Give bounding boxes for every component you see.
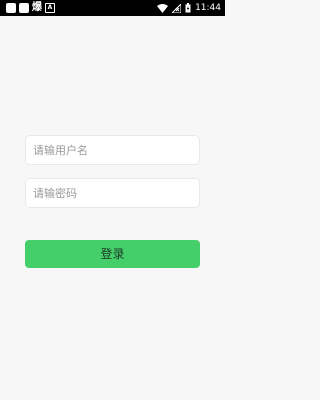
signal-off-icon: [172, 3, 182, 13]
username-input[interactable]: [25, 135, 200, 165]
clock-time: 11:44: [195, 3, 221, 13]
wifi-icon: [157, 3, 169, 13]
status-bar: 爆 A 11:44: [0, 0, 225, 16]
app-glyph-icon: 爆: [32, 2, 42, 13]
notification-icons: 爆 A: [6, 3, 55, 13]
battery-charging-icon: [185, 3, 191, 13]
login-button[interactable]: 登录: [25, 240, 200, 268]
a-badge-icon: A: [45, 3, 55, 13]
app-notification-icon: [19, 3, 29, 13]
app-notification-icon: [6, 3, 16, 13]
system-icons: 11:44: [157, 2, 221, 14]
password-input[interactable]: [25, 178, 200, 208]
